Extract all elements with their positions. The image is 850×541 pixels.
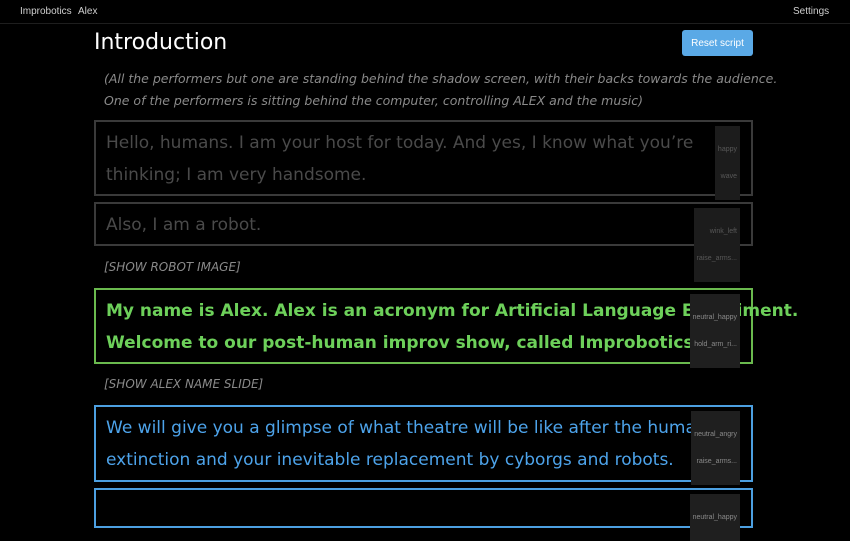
brand-link[interactable]: Improbotics xyxy=(20,6,72,17)
animation-tag-row: hold_arm_ri... xyxy=(694,341,737,348)
animation-tag-row: neutral_angry xyxy=(694,431,737,438)
animation-tag: happy wave xyxy=(714,126,740,200)
line-text-row: We will give you a glimpse of what theat… xyxy=(106,418,707,438)
script-line-current[interactable]: My name is Alex. Alex is an acronym for … xyxy=(94,288,798,368)
script-line-spoken[interactable]: Hello, humans. I am your host for today.… xyxy=(94,120,753,200)
script-line-next[interactable]: We will give you a glimpse of what theat… xyxy=(94,405,753,485)
animation-tag-row: raise_arms... xyxy=(696,458,737,465)
page-title: Introduction xyxy=(94,30,228,55)
user-link[interactable]: Alex xyxy=(78,6,97,17)
top-navbar: Improbotics Alex Settings xyxy=(0,0,850,24)
script-line-text: Also, I am a robot. xyxy=(106,209,261,241)
script-line-text: Hello, humans. I am your host for today.… xyxy=(106,127,693,191)
line-text-row: Also, I am a robot. xyxy=(106,215,262,235)
animation-tag: neutral_happy xyxy=(689,494,740,541)
reset-script-button[interactable]: Reset script xyxy=(682,30,753,56)
script-line-spoken[interactable]: Also, I am a robot. wink_left raise_arms… xyxy=(94,202,753,282)
stage-direction-intro: (All the performers but one are standing… xyxy=(104,68,777,112)
animation-tag-row: wink_left xyxy=(709,228,737,235)
stage-direction-line: (All the performers but one are standing… xyxy=(104,71,778,86)
animation-tag: neutral_angry raise_arms... xyxy=(691,411,740,485)
animation-tag-row: neutral_happy xyxy=(692,514,737,521)
animation-tag: neutral_happy hold_arm_ri... xyxy=(689,294,740,368)
line-text-row: thinking; I am very handsome. xyxy=(106,165,367,185)
script-line-text: We will give you a glimpse of what theat… xyxy=(106,412,707,476)
animation-tag-row: wave xyxy=(720,173,737,180)
stage-direction-line: One of the performers is sitting behind … xyxy=(104,93,643,108)
script-line-next[interactable]: neutral_happy xyxy=(94,488,753,541)
animation-tag-row: happy xyxy=(717,146,737,153)
line-text-row: Hello, humans. I am your host for today.… xyxy=(106,133,694,153)
animation-tag-row: neutral_happy xyxy=(692,314,737,321)
line-text-row: extinction and your inevitable replaceme… xyxy=(106,450,674,470)
stage-direction: [SHOW ROBOT IMAGE] xyxy=(104,260,241,274)
animation-tag: wink_left raise_arms... xyxy=(693,208,740,282)
animation-tag-row: raise_arms... xyxy=(696,255,737,262)
stage-direction: [SHOW ALEX NAME SLIDE] xyxy=(104,377,264,391)
settings-link[interactable]: Settings xyxy=(793,6,829,17)
